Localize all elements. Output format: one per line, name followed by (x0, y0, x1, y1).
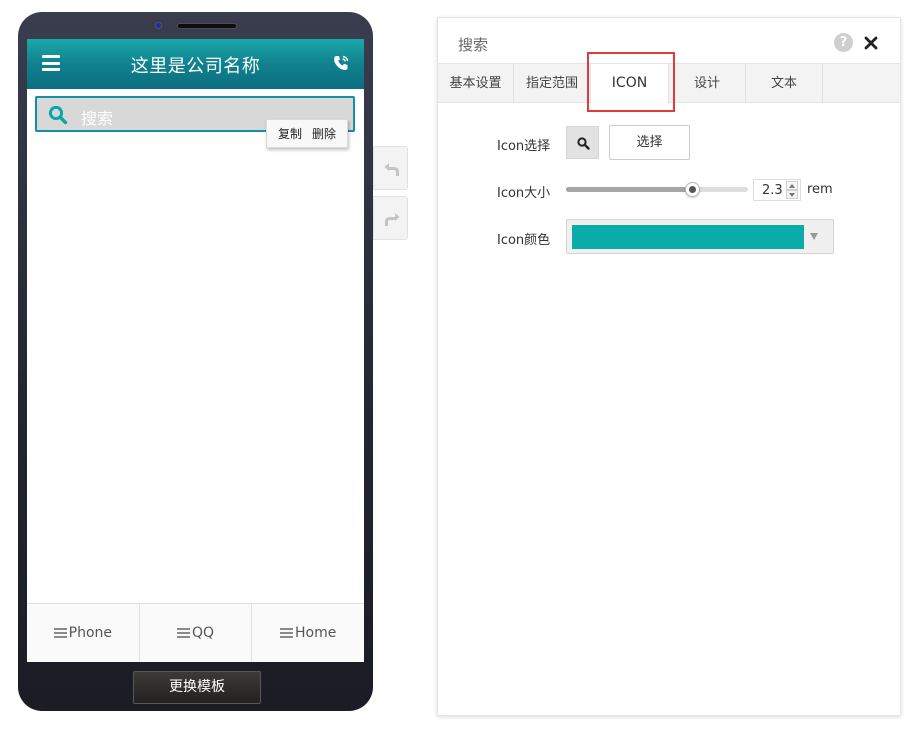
tab-text[interactable]: 文本 (746, 64, 823, 103)
icon-size-value: 2.3 (762, 183, 783, 198)
phone-preview: 这里是公司名称 搜索 复制 删除 Phone QQ Home 更换模板 (18, 12, 373, 711)
icon-color-label: Icon颜色 (497, 233, 551, 248)
phone-screen: 这里是公司名称 搜索 复制 删除 Phone QQ Home (27, 39, 364, 662)
icon-size-input[interactable]: 2.3 (753, 179, 801, 201)
phone-camera (155, 22, 162, 29)
icon-preview (566, 126, 599, 159)
search-placeholder: 搜索 (81, 109, 114, 128)
bottom-nav-item-phone[interactable]: Phone (27, 604, 140, 662)
slider-fill (566, 187, 692, 192)
panel-title: 搜索 (458, 36, 489, 54)
panel-tabs: 基本设置 指定范围 ICON 设计 文本 (438, 63, 900, 104)
phone-call-icon[interactable] (332, 54, 350, 72)
bottom-nav-item-home[interactable]: Home (252, 604, 364, 662)
close-icon[interactable] (863, 35, 879, 51)
property-panel: 搜索 ? 基本设置 指定范围 ICON 设计 文本 Icon选择 选择 Icon… (437, 17, 901, 716)
icon-size-label: Icon大小 (497, 186, 551, 201)
delete-button[interactable]: 删除 (307, 125, 341, 142)
bottom-nav: Phone QQ Home (27, 603, 364, 662)
icon-size-unit: rem (807, 182, 833, 197)
tab-specified-range[interactable]: 指定范围 (514, 64, 591, 103)
list-icon (280, 627, 293, 639)
app-header: 这里是公司名称 (27, 39, 364, 89)
icon-select-label: Icon选择 (497, 139, 551, 154)
bottom-nav-label: QQ (191, 625, 215, 641)
dropdown-caret-icon (810, 233, 818, 240)
undo-button[interactable] (373, 146, 408, 190)
tab-basic-settings[interactable]: 基本设置 (438, 64, 514, 103)
icon-color-picker[interactable] (566, 219, 834, 254)
phone-speaker (177, 23, 237, 29)
search-icon (577, 137, 590, 150)
spin-up-button[interactable] (786, 181, 798, 190)
icon-size-slider[interactable] (566, 182, 748, 197)
undo-icon (384, 163, 399, 176)
help-icon[interactable]: ? (834, 33, 853, 52)
bottom-nav-label: Phone (68, 625, 113, 641)
tab-design[interactable]: 设计 (669, 64, 746, 103)
slider-handle[interactable] (684, 182, 700, 197)
icon-select-button[interactable]: 选择 (609, 125, 690, 160)
redo-button[interactable] (373, 196, 408, 240)
list-icon (176, 627, 190, 639)
redo-icon (385, 213, 400, 226)
copy-button[interactable]: 复制 (273, 125, 307, 142)
color-swatch (572, 225, 804, 249)
change-template-button[interactable]: 更换模板 (133, 671, 261, 704)
spin-down-button[interactable] (786, 190, 798, 199)
list-icon (53, 627, 67, 639)
component-context-menu: 复制 删除 (266, 119, 349, 148)
app-title: 这里是公司名称 (130, 56, 261, 77)
bottom-nav-item-qq[interactable]: QQ (140, 604, 253, 662)
tab-icon[interactable]: ICON (591, 64, 669, 104)
bottom-nav-label: Home (295, 625, 337, 641)
search-icon (48, 105, 68, 125)
